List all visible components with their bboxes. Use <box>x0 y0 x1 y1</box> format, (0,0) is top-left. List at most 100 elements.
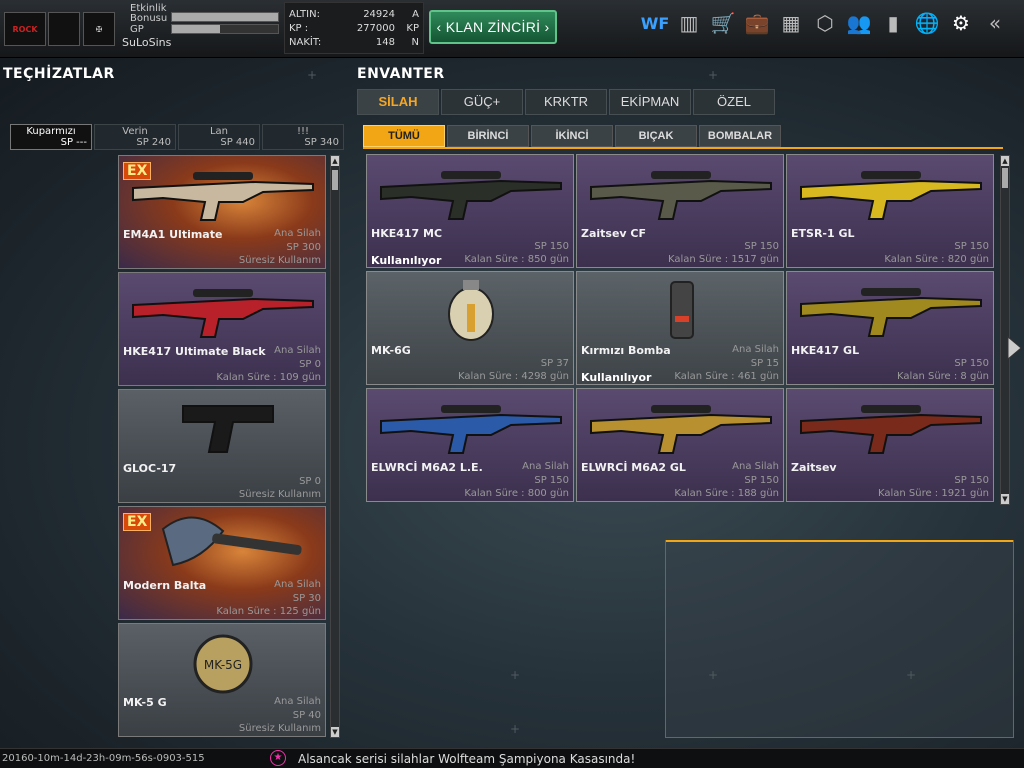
inventory-scrollbar[interactable]: ▲ ▼ <box>1000 155 1010 505</box>
item-sp: SP 150 <box>954 475 989 486</box>
gp-bar <box>171 24 279 34</box>
loadout-tab-1[interactable]: Kuparmızı SP --- <box>10 124 92 150</box>
tab-4[interactable]: EKİPMAN <box>609 89 691 115</box>
loadout-tab-2[interactable]: Verin SP 240 <box>94 124 176 150</box>
item-sp: SP 15 <box>750 358 779 369</box>
weapon-image <box>800 405 982 454</box>
ranking-icon[interactable]: ▥ <box>674 8 704 38</box>
decor-plus: + <box>510 722 521 736</box>
tab-2[interactable]: GÜÇ+ <box>441 89 523 115</box>
clan-logo[interactable]: ROCK <box>4 12 46 46</box>
stats-icon[interactable]: ▮ <box>878 8 908 38</box>
weapon-image <box>670 281 694 339</box>
inventory-card[interactable]: Kırmızı Bomba Ana Silah SP 15 Kalan Süre : … <box>576 271 784 385</box>
equipment-card[interactable]: GLOC-17 SP 0 Süresiz Kullanım <box>118 389 326 503</box>
item-name: HKE417 Ultimate Black <box>123 345 266 358</box>
inventory-card[interactable]: ETSR-1 GL SP 150 Kalan Süre : 820 gün <box>786 154 994 268</box>
box-icon[interactable]: ⬡ <box>810 8 840 38</box>
equipment-card[interactable]: EX Modern Balta Ana Silah SP 30 Kalan Süre :… <box>118 506 326 620</box>
rank-badge-icon[interactable] <box>48 12 80 46</box>
item-name: MK-6G <box>371 344 411 357</box>
equipment-card[interactable]: HKE417 Ultimate Black Ana Silah SP 0 Kalan … <box>118 272 326 386</box>
item-name: Kırmızı Bomba <box>581 344 671 357</box>
inventory-card[interactable]: ELWRCİ M6A2 L.E. Ana Silah SP 150 Kalan Sür… <box>366 388 574 502</box>
item-sp: SP 150 <box>744 241 779 252</box>
subtab-underline <box>363 147 1003 149</box>
inventory-card[interactable]: HKE417 MC SP 150 Kalan Süre : 850 gün Kulla… <box>366 154 574 268</box>
detail-accent-line <box>666 540 1013 542</box>
subtab-4[interactable]: BIÇAK <box>615 125 697 147</box>
decor-plus: + <box>307 68 318 82</box>
tab-1[interactable]: SİLAH <box>357 89 439 115</box>
weapon-image <box>182 405 274 453</box>
item-class: Ana Silah <box>274 345 321 356</box>
item-sp: SP 30 <box>292 593 321 604</box>
inventory-card[interactable]: HKE417 GL SP 150 Kalan Süre : 8 gün <box>786 271 994 385</box>
equipment-card[interactable]: EX EM4A1 Ultimate Ana Silah SP 300 Süresiz K… <box>118 155 326 269</box>
username: SuLoSins <box>122 36 172 49</box>
scroll-down-icon[interactable]: ▼ <box>331 727 339 737</box>
scroll-up-icon[interactable]: ▲ <box>331 156 339 166</box>
item-duration: Kalan Süre : 850 gün <box>464 254 569 265</box>
item-duration: Kalan Süre : 461 gün <box>674 371 779 382</box>
weapon-image <box>132 289 314 338</box>
equipment-card[interactable]: MK-5G MK-5 G Ana Silah SP 40 Süresiz Kullanı… <box>118 623 326 737</box>
item-name: ETSR-1 GL <box>791 227 855 240</box>
top-icon-bar: WF ▥ 🛒 💼 ▦ ⬡ 👥 ▮ 🌐 ⚙ « <box>640 8 1010 38</box>
inventory-card[interactable]: ELWRCİ M6A2 GL Ana Silah SP 150 Kalan Süre … <box>576 388 784 502</box>
scroll-thumb[interactable] <box>332 170 338 190</box>
scroll-down-icon[interactable]: ▼ <box>1001 494 1009 504</box>
item-name: Zaitsev CF <box>581 227 647 240</box>
item-duration: Kalan Süre : 800 gün <box>464 488 569 499</box>
tab-5[interactable]: ÖZEL <box>693 89 775 115</box>
shop-cart-icon[interactable]: 🛒 <box>708 8 738 38</box>
equipment-scrollbar[interactable]: ▲ ▼ <box>330 155 340 738</box>
decor-plus: + <box>708 668 719 682</box>
subtab-2[interactable]: BİRİNCİ <box>447 125 529 147</box>
inventory-tabs: SİLAH GÜÇ+ KRKTR EKİPMAN ÖZEL <box>357 89 775 115</box>
currency-panel: ALTIN: 24924 A KP :277000 KP NAKİT: 148 N <box>284 2 424 54</box>
subtab-3[interactable]: İKİNCİ <box>531 125 613 147</box>
etkinlik-icon[interactable]: WF <box>640 8 670 38</box>
item-name: HKE417 GL <box>791 344 860 357</box>
loadout-tab-3[interactable]: Lan SP 440 <box>178 124 260 150</box>
weapon-image <box>800 171 982 220</box>
ex-badge: EX <box>123 162 152 180</box>
inventory-grid: HKE417 MC SP 150 Kalan Süre : 850 gün Kulla… <box>366 154 998 504</box>
item-duration: Kalan Süre : 820 gün <box>884 254 989 265</box>
event-bonus-bar <box>171 12 279 22</box>
friends-icon[interactable]: 👥 <box>844 8 874 38</box>
item-class: Ana Silah <box>274 228 321 239</box>
subtab-5[interactable]: BOMBALAR <box>699 125 781 147</box>
loadout-tab-4[interactable]: !!! SP 340 <box>262 124 344 150</box>
gear-icon[interactable]: ⚙ <box>946 8 976 38</box>
inventory-card[interactable]: Zaitsev SP 150 Kalan Süre : 1921 gün <box>786 388 994 502</box>
back-arrows-icon[interactable]: « <box>980 8 1010 38</box>
briefcase-icon[interactable]: 💼 <box>742 8 772 38</box>
item-duration: Kalan Süre : 125 gün <box>216 606 321 617</box>
scroll-up-icon[interactable]: ▲ <box>1001 156 1009 166</box>
scroll-thumb[interactable] <box>1002 168 1008 188</box>
in-use-label: Kullanılıyor <box>581 371 652 384</box>
mouse-cursor-icon <box>1007 336 1022 361</box>
tab-3[interactable]: KRKTR <box>525 89 607 115</box>
item-sp: SP 150 <box>954 358 989 369</box>
item-duration: Süresiz Kullanım <box>238 489 321 500</box>
item-name: GLOC-17 <box>123 462 177 475</box>
klan-chain-button[interactable]: ‹ KLAN ZİNCİRİ › <box>429 10 557 44</box>
weapon-image <box>380 171 562 220</box>
subtab-1[interactable]: TÜMÜ <box>363 125 445 147</box>
session-id: 20160-10m-14d-23h-09m-56s-0903-515 <box>2 753 205 764</box>
loadout-tab-title: Verin <box>122 126 148 137</box>
footer-bar: 20160-10m-14d-23h-09m-56s-0903-515 ★ Als… <box>0 748 1024 768</box>
top-bar: ROCK ✠ Etkinlik Bonusu GP SuLoSins ALTIN… <box>0 0 1024 58</box>
gp-label: GP <box>130 24 144 35</box>
eagle-emblem-icon[interactable]: ✠ <box>83 12 115 46</box>
item-class: Ana Silah <box>274 579 321 590</box>
inventory-card[interactable]: MK-6G SP 37 Kalan Süre : 4298 gün <box>366 271 574 385</box>
announcement-star-icon: ★ <box>270 750 286 766</box>
item-duration: Kalan Süre : 8 gün <box>897 371 989 382</box>
globe-icon[interactable]: 🌐 <box>912 8 942 38</box>
inventory-icon[interactable]: ▦ <box>776 8 806 38</box>
inventory-card[interactable]: Zaitsev CF SP 150 Kalan Süre : 1517 gün <box>576 154 784 268</box>
